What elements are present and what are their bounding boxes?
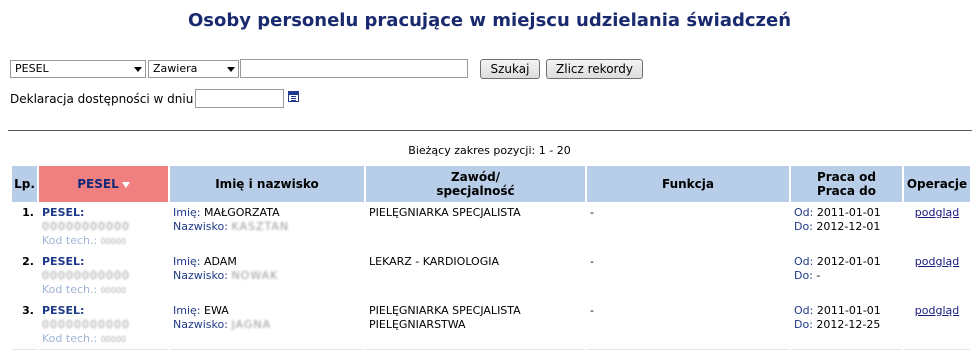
table-header-row: Lp. PESEL Imię i nazwisko Zawód/specjaln…: [10, 164, 972, 204]
col-header-pesel-label: PESEL: [77, 177, 119, 191]
preview-link[interactable]: podgląd: [915, 304, 959, 317]
pesel-value: 00000000000: [42, 220, 130, 233]
to-label: Do:: [794, 220, 813, 233]
to-value: 2012-12-25: [816, 318, 881, 331]
row-pesel-cell: PESEL: 00000000000 Kod tech.: 00000: [37, 300, 170, 350]
row-function-cell: -: [585, 202, 791, 253]
from-label: Od:: [794, 206, 814, 219]
last-name-label: Nazwisko:: [173, 269, 228, 282]
table-row: 3. PESEL: 00000000000 Kod tech.: 00000 I…: [10, 300, 972, 350]
col-header-function: Funkcja: [585, 164, 791, 204]
kod-label: Kod tech.:: [42, 234, 98, 247]
range-info: Bieżący zakres pozycji: 1 - 20: [408, 144, 571, 157]
to-label: Do:: [794, 269, 813, 282]
pesel-label: PESEL:: [42, 304, 85, 317]
search-button[interactable]: Szukaj: [480, 59, 540, 79]
row-lp: 3.: [10, 300, 39, 350]
from-value: 2011-01-01: [816, 304, 881, 317]
chevron-down-icon: [134, 67, 142, 72]
availability-date-label: Deklaracja dostępności w dniu: [10, 92, 194, 106]
kod-value: 00000: [100, 335, 127, 344]
col-header-occupation: Zawód/specjalność: [364, 164, 587, 204]
availability-date-input[interactable]: [195, 89, 284, 108]
operator-select-value: Zawiera: [153, 62, 198, 75]
last-name-value: NOWAK: [231, 269, 279, 282]
col-header-occupation-line1: Zawód/: [450, 170, 501, 184]
to-label: Do:: [794, 318, 813, 331]
first-name-value: EWA: [204, 304, 229, 317]
operator-select[interactable]: Zawiera: [148, 60, 239, 78]
sort-desc-icon: [121, 181, 130, 188]
kod-label: Kod tech.:: [42, 283, 98, 296]
first-name-label: Imię:: [173, 255, 201, 268]
kod-value: 00000: [100, 237, 127, 246]
col-header-work-from: Praca od: [816, 170, 877, 184]
row-operations-cell: podgląd: [902, 300, 972, 350]
row-operations-cell: podgląd: [902, 251, 972, 302]
row-operations-cell: podgląd: [902, 202, 972, 253]
personnel-table: Lp. PESEL Imię i nazwisko Zawód/specjaln…: [10, 164, 972, 350]
col-header-occupation-line2: specjalność: [436, 184, 515, 198]
row-occupation-cell: PIELĘGNIARKA SPECJALISTA PIELĘGNIARSTWA: [364, 300, 587, 350]
page-title: Osoby personelu pracujące w miejscu udzi…: [187, 10, 792, 31]
row-dates-cell: Od: 2012-01-01 Do: -: [789, 251, 904, 302]
field-select-value: PESEL: [15, 62, 49, 75]
col-header-pesel[interactable]: PESEL: [37, 164, 170, 204]
occupation-line1: LEKARZ - KARDIOLOGIA: [369, 255, 500, 268]
to-value: 2012-12-01: [816, 220, 881, 233]
col-header-work-to: Praca do: [816, 184, 877, 198]
row-name-cell: Imię: MAŁGORZATA Nazwisko: KASZTAN: [168, 202, 366, 253]
row-pesel-cell: PESEL: 00000000000 Kod tech.: 00000: [37, 202, 170, 253]
table-row: 2. PESEL: 00000000000 Kod tech.: 00000 I…: [10, 251, 972, 302]
pesel-value: 00000000000: [42, 318, 130, 331]
occupation-line1: PIELĘGNIARKA SPECJALISTA: [369, 304, 521, 317]
field-select[interactable]: PESEL: [10, 60, 146, 78]
row-name-cell: Imię: EWA Nazwisko: JAGNA: [168, 300, 366, 350]
row-occupation-cell: LEKARZ - KARDIOLOGIA: [364, 251, 587, 302]
row-pesel-cell: PESEL: 00000000000 Kod tech.: 00000: [37, 251, 170, 302]
calendar-icon[interactable]: [288, 91, 299, 102]
count-records-button[interactable]: Zlicz rekordy: [546, 59, 643, 79]
from-label: Od:: [794, 304, 814, 317]
last-name-label: Nazwisko:: [173, 220, 228, 233]
preview-link[interactable]: podgląd: [915, 255, 959, 268]
first-name-label: Imię:: [173, 304, 201, 317]
last-name-value: JAGNA: [231, 318, 272, 331]
col-header-work-dates: Praca od Praca do: [789, 164, 904, 204]
col-header-name: Imię i nazwisko: [168, 164, 366, 204]
last-name-value: KASZTAN: [231, 220, 290, 233]
row-dates-cell: Od: 2011-01-01 Do: 2012-12-01: [789, 202, 904, 253]
divider: [8, 130, 972, 131]
chevron-down-icon: [227, 67, 235, 72]
last-name-label: Nazwisko:: [173, 318, 228, 331]
occupation-line1: PIELĘGNIARKA SPECJALISTA: [369, 206, 521, 219]
table-row: 1. PESEL: 00000000000 Kod tech.: 00000 I…: [10, 202, 972, 253]
row-function-cell: -: [585, 251, 791, 302]
preview-link[interactable]: podgląd: [915, 206, 959, 219]
first-name-value: MAŁGORZATA: [204, 206, 280, 219]
from-value: 2012-01-01: [816, 255, 881, 268]
from-label: Od:: [794, 255, 814, 268]
row-lp: 2.: [10, 251, 39, 302]
occupation-line2: PIELĘGNIARSTWA: [369, 318, 466, 331]
first-name-label: Imię:: [173, 206, 201, 219]
row-function-cell: -: [585, 300, 791, 350]
row-dates-cell: Od: 2011-01-01 Do: 2012-12-25: [789, 300, 904, 350]
from-value: 2011-01-01: [816, 206, 881, 219]
search-input[interactable]: [240, 59, 468, 78]
pesel-label: PESEL:: [42, 206, 85, 219]
row-name-cell: Imię: ADAM Nazwisko: NOWAK: [168, 251, 366, 302]
col-header-lp: Lp.: [10, 164, 39, 204]
row-occupation-cell: PIELĘGNIARKA SPECJALISTA: [364, 202, 587, 253]
kod-value: 00000: [100, 286, 127, 295]
col-header-operations: Operacje: [902, 164, 972, 204]
first-name-value: ADAM: [204, 255, 237, 268]
pesel-label: PESEL:: [42, 255, 85, 268]
to-value: -: [816, 269, 821, 282]
pesel-value: 00000000000: [42, 269, 130, 282]
row-lp: 1.: [10, 202, 39, 253]
